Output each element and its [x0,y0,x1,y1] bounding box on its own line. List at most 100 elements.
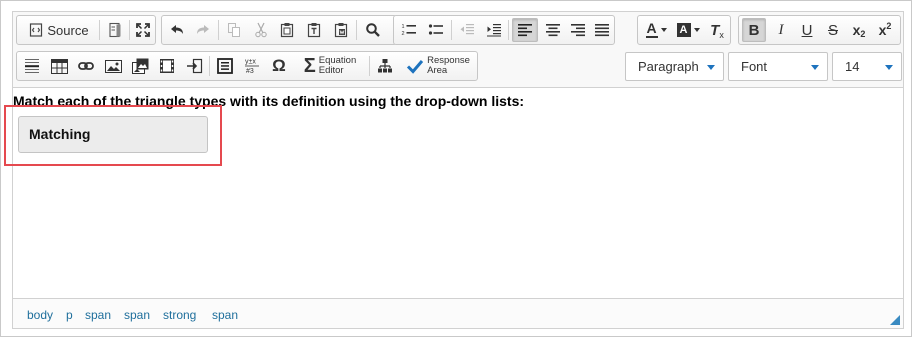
align-left-button[interactable] [512,18,538,42]
bold-button[interactable]: B [742,18,766,42]
svg-text:1: 1 [402,24,405,30]
chevron-down-icon [885,65,893,70]
undo-button[interactable] [165,18,189,42]
path-item[interactable]: span [212,308,238,322]
copy-button[interactable] [222,18,246,42]
toolbar-group-colors: A A T x [637,15,731,45]
editor-content[interactable]: Match each of the triangle types with it… [4,90,903,296]
link-icon [78,62,94,70]
justify-icon [595,24,609,37]
templates-button[interactable] [103,18,127,42]
maximize-icon [136,23,150,37]
separator [356,20,357,40]
font-family-select[interactable]: Font [728,52,828,81]
redo-icon [197,25,209,34]
justify-button[interactable] [591,18,613,42]
align-center-icon [546,24,560,37]
source-button[interactable]: Source [21,18,97,42]
separator [99,20,100,40]
insert-content-button[interactable] [182,54,206,78]
paste-word-icon [334,23,348,38]
horizontal-line-icon [25,59,39,73]
outdent-icon [460,24,474,35]
paste-text-icon [307,23,321,38]
find-button[interactable] [360,18,386,42]
image-button[interactable] [101,54,125,78]
separator [209,56,210,76]
italic-button[interactable]: I [769,18,793,42]
horizontal-line-button[interactable] [20,54,44,78]
toolbar: Source 1 2 A A T x B I U S x 2 x 2 y±x #… [13,12,903,88]
equation-editor-label-line2: Editor [318,65,344,76]
math-fraction-button[interactable]: y±x #3 [240,54,264,78]
video-button[interactable] [155,54,179,78]
align-left-icon [518,24,532,37]
text-color-button[interactable]: A [641,18,671,42]
equation-editor-label: Equation Editor [319,56,357,76]
equation-editor-button[interactable]: Σ Equation Editor [294,54,366,78]
paste-button[interactable] [275,18,299,42]
path-item[interactable]: body [27,308,53,322]
source-label: Source [47,22,89,38]
image-icon [104,59,122,73]
search-icon [366,23,380,37]
resize-handle[interactable] [890,315,900,325]
element-path-bar: body p span span strong span [13,298,903,328]
source-icon [30,23,43,37]
paste-text-button[interactable] [302,18,326,42]
separator [218,20,219,40]
response-area-button[interactable]: Response Area [399,54,477,78]
svg-text:y±x: y±x [245,59,256,66]
insert-icon [186,58,202,74]
video-icon [160,59,174,73]
path-item[interactable]: span [124,308,150,322]
subscript-button[interactable]: x 2 [847,18,871,42]
table-button[interactable] [47,54,71,78]
separator [369,56,370,76]
image-gallery-icon [131,58,148,74]
align-right-button[interactable] [566,18,590,42]
text-block-icon [217,58,233,74]
hierarchy-button[interactable] [373,54,397,78]
underline-button[interactable]: U [795,18,819,42]
undo-icon [171,25,183,34]
redo-button[interactable] [191,18,215,42]
superscript-button[interactable]: x 2 [873,18,897,42]
cut-button[interactable] [249,18,273,42]
toolbar-group-basic-styles: B I U S x 2 x 2 [738,15,901,45]
path-item[interactable]: strong [163,308,196,322]
path-item[interactable]: span [85,308,111,322]
checkmark-icon [407,60,424,74]
indent-button[interactable] [482,18,506,42]
image-gallery-button[interactable] [128,54,152,78]
paragraph-format-value: Paragraph [638,59,699,74]
special-character-button[interactable]: Ω [267,54,291,78]
templates-icon [109,22,121,38]
rich-text-editor: Source 1 2 A A T x B I U S x 2 x 2 y±x #… [4,11,904,329]
numbered-list-button[interactable]: 1 2 [397,18,421,42]
text-color-icon: A [645,21,658,38]
subscript-mark: 2 [860,29,866,39]
hierarchy-icon [378,59,392,73]
outdent-button[interactable] [455,18,479,42]
math-fraction-icon: y±x #3 [245,59,259,75]
sigma-icon: Σ [303,54,316,77]
background-color-button[interactable]: A [673,18,703,42]
table-icon [50,58,68,74]
remove-format-button[interactable]: T x [705,18,729,42]
superscript-mark: 2 [886,21,892,31]
svg-text:#3: #3 [246,68,254,75]
paragraph-format-select[interactable]: Paragraph [625,52,724,81]
maximize-button[interactable] [132,18,154,42]
text-block-button[interactable] [213,54,237,78]
font-size-select[interactable]: 14 [832,52,902,81]
bulleted-list-button[interactable] [424,18,448,42]
link-button[interactable] [74,54,98,78]
align-center-button[interactable] [541,18,565,42]
paste-word-button[interactable] [329,18,353,42]
path-item[interactable]: p [66,308,73,322]
callout-highlight [4,105,222,166]
strikethrough-button[interactable]: S [821,18,845,42]
paste-icon [280,23,294,38]
svg-text:2: 2 [402,31,405,37]
